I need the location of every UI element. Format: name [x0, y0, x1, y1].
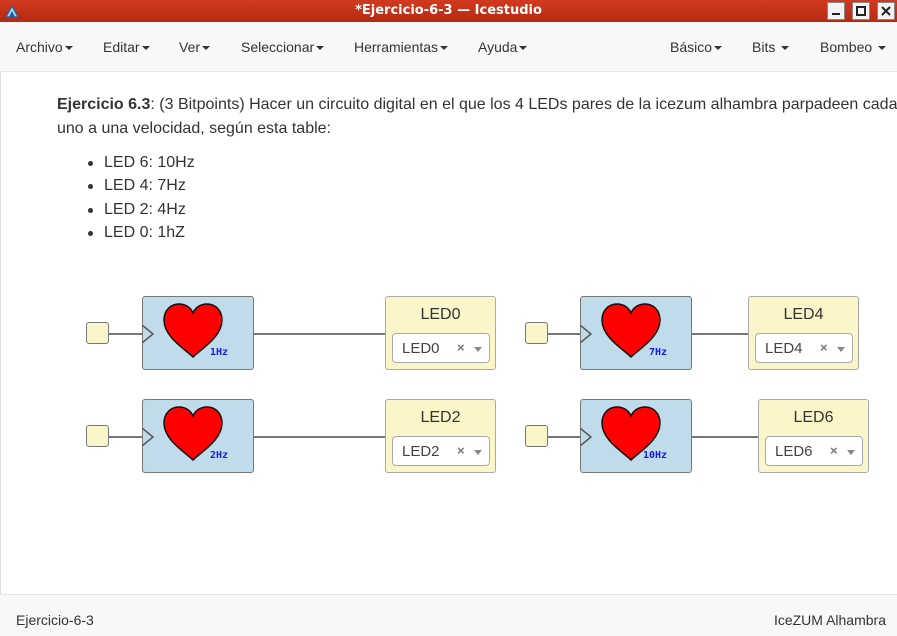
blink-block-10hz[interactable]: 10Hz — [580, 399, 692, 473]
clock-input-icon — [142, 325, 154, 343]
clear-icon[interactable]: × — [457, 340, 465, 355]
project-name: Ejercicio-6-3 — [16, 612, 94, 628]
blink-block-1hz[interactable]: 1Hz — [142, 296, 254, 370]
caret-down-icon — [316, 46, 325, 51]
menu-label: Ver — [179, 39, 201, 55]
led-title: LED0 — [420, 306, 461, 323]
caret-down-icon — [141, 46, 150, 51]
led-pin-value: LED6 — [775, 443, 813, 460]
menu-editar[interactable]: Editar — [103, 39, 150, 55]
chevron-down-icon[interactable] — [474, 450, 482, 455]
led-output-block[interactable]: LED2 LED2 × — [385, 399, 496, 473]
status-bar: Ejercicio-6-3 IceZUM Alhambra — [0, 594, 897, 636]
wire[interactable] — [547, 436, 581, 438]
menu-label: Bombeo — [820, 39, 873, 55]
menu-herramientas[interactable]: Herramientas — [354, 39, 449, 55]
led-pin-select[interactable]: LED6 × — [765, 436, 863, 466]
list-item: LED 6: 10Hz — [85, 151, 195, 174]
clock-input-icon — [580, 428, 592, 446]
led-pin-value: LED2 — [402, 443, 440, 460]
description-line-1: : (3 Bitpoints) Hacer un circuito digita… — [150, 96, 897, 113]
window-title: *Ejercicio-6-3 — Icestudio — [355, 3, 542, 18]
menu-label: Básico — [670, 39, 713, 55]
minimize-button[interactable] — [827, 2, 845, 20]
menu-bombeo[interactable]: Bombeo — [820, 39, 887, 55]
frequency-label: 2Hz — [210, 450, 229, 461]
caret-down-icon — [878, 46, 887, 51]
input-port[interactable] — [86, 425, 109, 447]
led-output-block[interactable]: LED0 LED0 × — [385, 296, 496, 370]
led-output-block[interactable]: LED4 LED4 × — [748, 296, 859, 370]
blink-block-7hz[interactable]: 7Hz — [580, 296, 692, 370]
led-title: LED2 — [420, 409, 461, 426]
exercise-description: Ejercicio 6.3: (3 Bitpoints) Hacer un ci… — [57, 93, 897, 141]
board-name[interactable]: IceZUM Alhambra — [774, 612, 886, 628]
caret-down-icon — [714, 46, 723, 51]
wire[interactable] — [691, 436, 759, 438]
wire[interactable] — [253, 333, 386, 335]
minimize-icon — [832, 13, 840, 15]
input-port[interactable] — [86, 322, 109, 344]
maximize-button[interactable] — [852, 2, 870, 20]
description-line-2: uno a una velocidad, según esta table: — [57, 120, 331, 137]
clock-input-icon — [580, 325, 592, 343]
caret-down-icon — [440, 46, 449, 51]
menu-basico[interactable]: Básico — [670, 39, 723, 55]
frequency-label: 10Hz — [643, 450, 668, 461]
input-port[interactable] — [525, 322, 548, 344]
led-pin-select[interactable]: LED2 × — [392, 436, 490, 466]
wire[interactable] — [547, 333, 581, 335]
caret-down-icon — [781, 46, 790, 51]
caret-down-icon — [64, 46, 73, 51]
menu-archivo[interactable]: Archivo — [16, 39, 73, 55]
menu-label: Ayuda — [478, 39, 518, 55]
led-pin-value: LED4 — [765, 340, 803, 357]
list-item: LED 4: 7Hz — [85, 174, 195, 197]
maximize-icon — [856, 6, 866, 16]
menu-bits[interactable]: Bits — [752, 39, 790, 55]
menu-label: Herramientas — [354, 39, 439, 55]
clock-input-icon — [142, 428, 154, 446]
wire[interactable] — [253, 436, 386, 438]
list-item: LED 2: 4Hz — [85, 198, 195, 221]
led-title: LED4 — [783, 306, 824, 323]
menu-ver[interactable]: Ver — [179, 39, 211, 55]
led-pin-select[interactable]: LED0 × — [392, 333, 490, 363]
clear-icon[interactable]: × — [830, 443, 838, 458]
frequency-label: 7Hz — [649, 347, 668, 358]
chevron-down-icon[interactable] — [474, 347, 482, 352]
caret-down-icon — [519, 46, 528, 51]
wire[interactable] — [109, 436, 143, 438]
close-icon — [881, 6, 891, 16]
menu-label: Archivo — [16, 39, 63, 55]
frequency-label: 1Hz — [210, 347, 229, 358]
title-bar: *Ejercicio-6-3 — Icestudio — [0, 0, 897, 22]
led-title: LED6 — [793, 409, 834, 426]
design-canvas[interactable]: Ejercicio 6.3: (3 Bitpoints) Hacer un ci… — [0, 72, 897, 594]
wire[interactable] — [691, 333, 749, 335]
chevron-down-icon[interactable] — [847, 450, 855, 455]
led-pin-select[interactable]: LED4 × — [755, 333, 853, 363]
chevron-down-icon[interactable] — [837, 347, 845, 352]
led-pin-value: LED0 — [402, 340, 440, 357]
close-button[interactable] — [877, 2, 895, 20]
led-output-block[interactable]: LED6 LED6 × — [758, 399, 869, 473]
clear-icon[interactable]: × — [820, 340, 828, 355]
menu-ayuda[interactable]: Ayuda — [478, 39, 528, 55]
frequency-list: LED 6: 10Hz LED 4: 7Hz LED 2: 4Hz LED 0:… — [85, 151, 195, 244]
menu-seleccionar[interactable]: Seleccionar — [241, 39, 325, 55]
menu-bar: Archivo Editar Ver Seleccionar Herramien… — [0, 22, 897, 72]
blink-block-2hz[interactable]: 2Hz — [142, 399, 254, 473]
clear-icon[interactable]: × — [457, 443, 465, 458]
menu-label: Bits — [752, 39, 776, 55]
menu-label: Seleccionar — [241, 39, 315, 55]
input-port[interactable] — [525, 425, 548, 447]
caret-down-icon — [202, 46, 211, 51]
list-item: LED 0: 1hZ — [85, 221, 195, 244]
wire[interactable] — [109, 333, 143, 335]
menu-label: Editar — [103, 39, 140, 55]
exercise-heading: Ejercicio 6.3 — [57, 96, 151, 113]
